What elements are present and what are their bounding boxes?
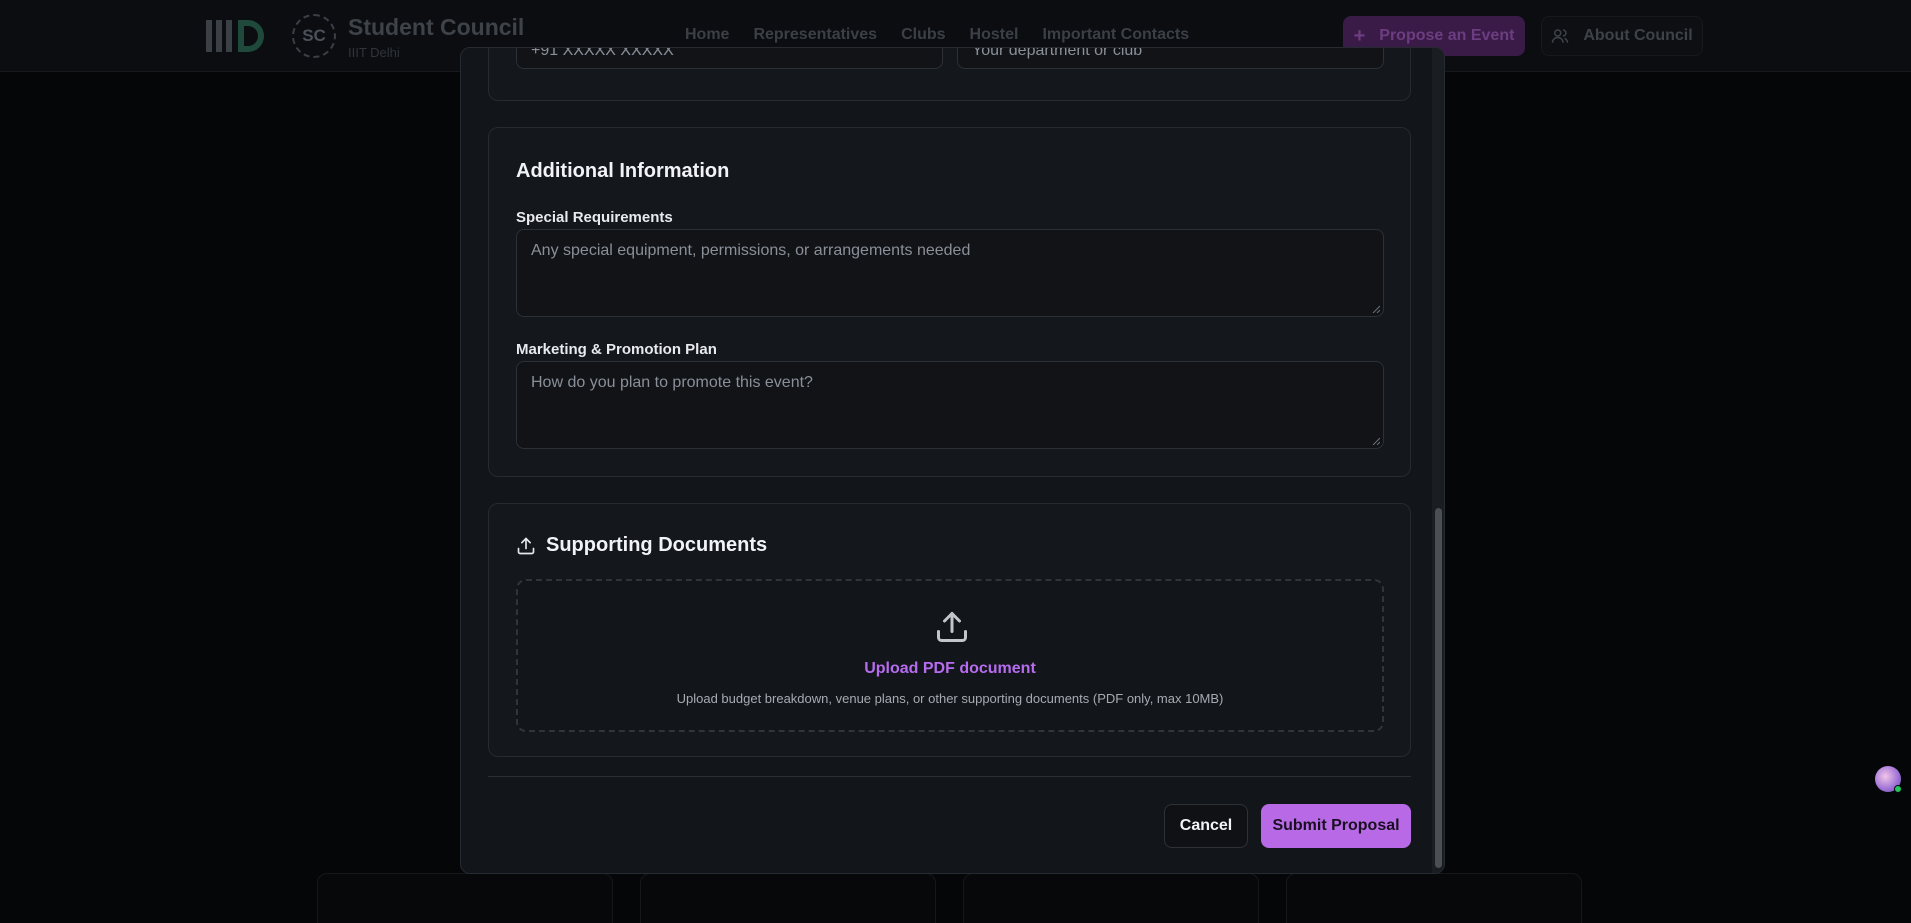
nav-clubs[interactable]: Clubs [901,26,945,44]
background-card [963,873,1259,923]
brand-subtitle: IIIT Delhi [348,45,400,60]
main-nav: Home Representatives Clubs Hostel Import… [685,26,1189,44]
iiitd-logo[interactable] [206,18,268,54]
nav-hostel[interactable]: Hostel [970,26,1019,44]
footer-divider [488,776,1411,777]
propose-event-modal: +91 XXXXX XXXXX Your department or club … [460,47,1445,874]
floating-assistant-avatar[interactable] [1875,766,1902,793]
supporting-documents-section: Supporting Documents Upload PDF document… [488,503,1411,757]
submit-proposal-button[interactable]: Submit Proposal [1261,804,1411,848]
cancel-button[interactable]: Cancel [1164,804,1248,848]
plus-icon: + [1353,24,1366,47]
propose-event-label: Propose an Event [1379,27,1515,44]
about-council-button[interactable]: About Council [1541,16,1703,56]
upload-icon [937,612,967,642]
upload-hint-text: Upload budget breakdown, venue plans, or… [676,691,1224,706]
special-requirements-label: Special Requirements [516,209,673,226]
contact-section: +91 XXXXX XXXXX Your department or club [488,48,1411,101]
resize-handle-icon[interactable] [1372,305,1380,313]
background-card [317,873,613,923]
modal-scrollbar[interactable] [1432,48,1444,873]
upload-icon [517,537,535,554]
phone-input[interactable]: +91 XXXXX XXXXX [516,48,943,69]
background-card [640,873,936,923]
nav-home[interactable]: Home [685,26,729,44]
additional-information-section: Additional Information Special Requireme… [488,127,1411,477]
scrollbar-thumb[interactable] [1435,508,1442,868]
online-status-dot [1894,785,1902,793]
special-requirements-placeholder: Any special equipment, permissions, or a… [531,242,971,259]
department-input[interactable]: Your department or club [957,48,1384,69]
supporting-documents-heading: Supporting Documents [516,534,767,557]
about-council-label: About Council [1583,27,1693,44]
upload-pdf-link[interactable]: Upload PDF document [518,660,1382,678]
student-council-logo[interactable]: SC [292,14,336,58]
marketing-plan-textarea[interactable]: How do you plan to promote this event? [516,361,1384,449]
special-requirements-textarea[interactable]: Any special equipment, permissions, or a… [516,229,1384,317]
background-card [1286,873,1582,923]
brand-title[interactable]: Student Council [348,14,524,41]
users-icon [1552,29,1569,43]
marketing-plan-placeholder: How do you plan to promote this event? [531,374,813,391]
nav-representatives[interactable]: Representatives [753,26,877,44]
pdf-upload-dropzone[interactable]: Upload PDF document Upload budget breakd… [516,579,1384,732]
marketing-plan-label: Marketing & Promotion Plan [516,341,717,358]
resize-handle-icon[interactable] [1372,437,1380,445]
additional-information-title: Additional Information [516,160,730,182]
nav-important-contacts[interactable]: Important Contacts [1042,26,1189,44]
supporting-documents-title: Supporting Documents [546,534,768,556]
